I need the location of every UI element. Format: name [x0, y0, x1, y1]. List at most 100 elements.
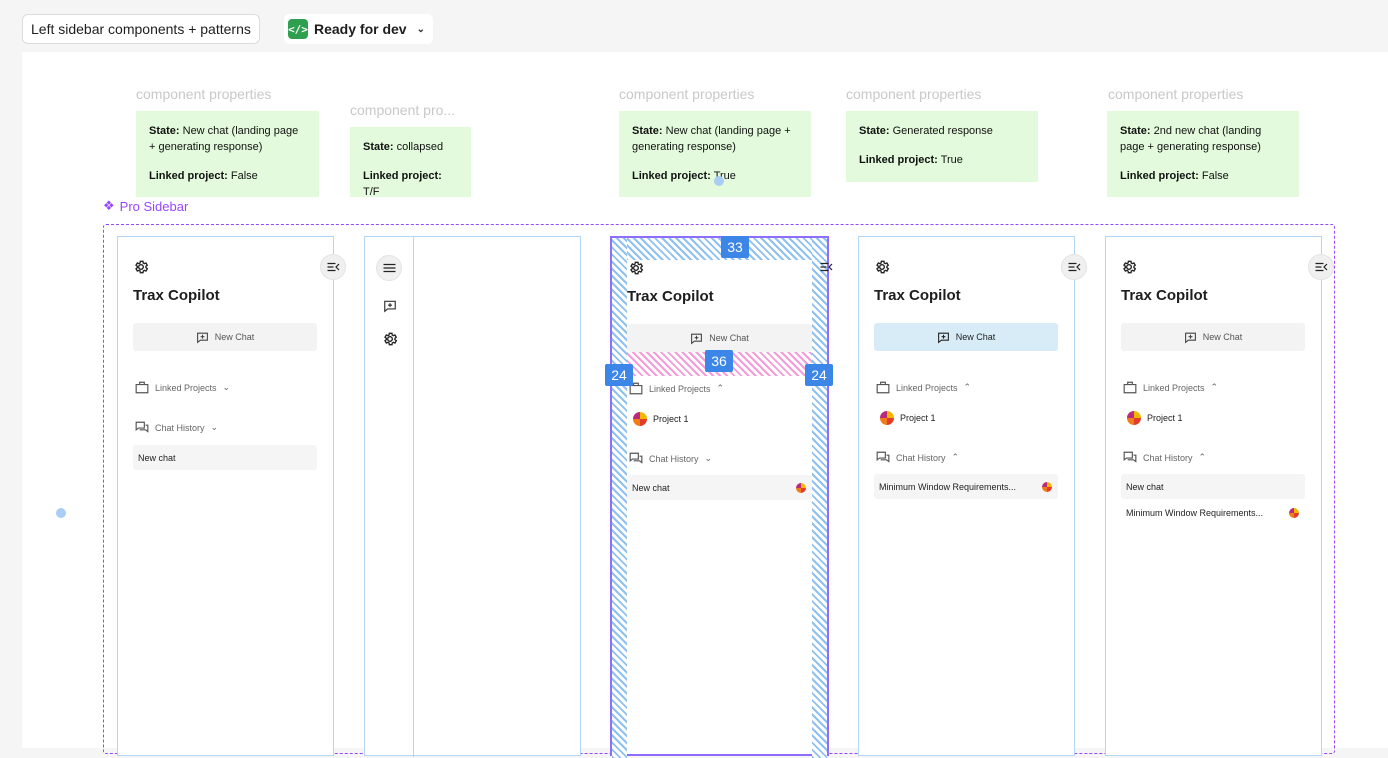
gear-icon[interactable]: [133, 259, 149, 275]
chevron-up-icon: ⌃: [1198, 452, 1207, 462]
chat-history-item[interactable]: New chat: [133, 445, 317, 470]
state-key: State:: [859, 125, 890, 137]
sidebar-variant-generated-response[interactable]: Trax Copilot New Chat Linked Projects ⌃ …: [858, 236, 1075, 756]
project-label: Project 1: [1147, 413, 1183, 423]
linked-projects-header[interactable]: Linked Projects ⌃: [629, 382, 724, 395]
chat-history-header[interactable]: Chat History ⌃: [876, 451, 959, 464]
chat-history-item[interactable]: Minimum Window Requirements...: [1121, 500, 1305, 525]
new-chat-button[interactable]: New Chat: [627, 324, 812, 352]
linked-projects-header[interactable]: Linked Projects ⌃: [1123, 381, 1218, 394]
new-chat-label: New Chat: [1202, 332, 1243, 342]
state-value: collapsed: [396, 141, 444, 153]
sidebar-variant-collapsed[interactable]: [364, 236, 581, 757]
chat-history-label: Chat History: [155, 422, 205, 433]
chat-history-header[interactable]: Chat History ⌃: [1123, 451, 1206, 464]
collapse-sidebar-button[interactable]: [1308, 254, 1334, 280]
sidebar-variant-new-chat-linked[interactable]: Trax Copilot New Chat Linked Projects ⌃ …: [610, 236, 829, 758]
chat-history-icon: [1123, 451, 1137, 463]
component-set-icon: ❖: [103, 198, 115, 213]
status-dropdown[interactable]: </> Ready for dev ⌄: [284, 14, 433, 44]
gear-icon[interactable]: [382, 331, 398, 347]
briefcase-icon: [135, 381, 149, 394]
collapsed-rail-divider: [413, 237, 414, 757]
annotation-card[interactable]: State: collapsed Linked project: T/F: [350, 127, 471, 198]
chevron-up-icon: ⌃: [951, 452, 960, 462]
code-icon: </>: [288, 19, 308, 39]
brand-title: Trax Copilot: [874, 287, 961, 304]
linked-project-value: False: [1201, 170, 1229, 182]
linked-projects-label: Linked Projects: [896, 382, 958, 393]
padding-overlay-top: [612, 238, 827, 260]
component-set-name: Pro Sidebar: [119, 198, 189, 214]
new-chat-button[interactable]: New Chat: [133, 323, 317, 351]
chat-item-label: Minimum Window Requirements...: [1126, 507, 1264, 518]
linked-project-key: Linked project:: [1120, 170, 1199, 182]
chat-item-label: New chat: [1126, 481, 1164, 492]
project-item[interactable]: Project 1: [880, 411, 936, 425]
page-name-button[interactable]: Left sidebar components + patterns: [22, 14, 260, 44]
menu-icon: [383, 263, 395, 273]
project-item[interactable]: Project 1: [1127, 411, 1183, 425]
chat-history-icon: [876, 451, 890, 463]
project-item[interactable]: Project 1: [633, 412, 689, 426]
gear-icon[interactable]: [628, 260, 644, 276]
chat-item-label: New chat: [632, 482, 670, 493]
chevron-up-icon: ⌃: [716, 383, 725, 393]
spacing-badge-gap: 36: [705, 350, 733, 372]
linked-projects-label: Linked Projects: [1143, 382, 1205, 393]
chat-history-icon: [135, 421, 149, 433]
project-avatar-icon: [1289, 507, 1299, 518]
annotation-card[interactable]: State: Generated response Linked project…: [846, 111, 1038, 182]
annotation-label: component properties: [846, 86, 982, 102]
new-chat-label: New Chat: [709, 333, 749, 343]
linked-projects-header[interactable]: Linked Projects ⌄: [135, 381, 230, 394]
linked-projects-header[interactable]: Linked Projects ⌃: [876, 381, 971, 394]
new-chat-label: New Chat: [955, 332, 996, 342]
new-chat-label: New Chat: [214, 332, 255, 342]
chat-history-label: Chat History: [649, 453, 699, 464]
sidebar-variant-new-chat[interactable]: Trax Copilot New Chat Linked Projects ⌄ …: [117, 236, 334, 756]
padding-overlay-left: [612, 238, 627, 758]
linked-project-key: Linked project:: [632, 170, 711, 182]
annotation-card[interactable]: State: New chat (landing page + generati…: [136, 111, 319, 197]
collapse-icon: [1068, 262, 1080, 272]
chat-history-header[interactable]: Chat History ⌄: [629, 452, 712, 465]
brand-title: Trax Copilot: [627, 288, 714, 305]
collapse-sidebar-button[interactable]: [320, 254, 346, 280]
new-chat-icon: [691, 333, 703, 345]
project-avatar-icon: [880, 411, 894, 425]
annotation-label: component pro...: [350, 102, 456, 118]
linked-project-value: True: [940, 154, 963, 166]
chat-history-item[interactable]: New chat: [1121, 474, 1305, 499]
new-chat-icon[interactable]: [383, 299, 397, 313]
component-set-title[interactable]: ❖ Pro Sidebar: [103, 198, 188, 214]
new-chat-button[interactable]: New Chat: [1121, 323, 1305, 351]
chat-history-header[interactable]: Chat History ⌄: [135, 421, 218, 434]
collapse-sidebar-button[interactable]: [1061, 254, 1087, 280]
expand-sidebar-button[interactable]: [376, 255, 402, 281]
gear-icon[interactable]: [874, 259, 890, 275]
new-chat-icon: [937, 332, 949, 344]
annotation-label: component properties: [1108, 86, 1244, 102]
chat-history-item[interactable]: Minimum Window Requirements...: [874, 474, 1058, 499]
spacing-badge-right: 24: [805, 364, 833, 386]
annotation-label: component properties: [136, 86, 272, 102]
annotation-card[interactable]: State: 2nd new chat (landing page + gene…: [1107, 111, 1299, 197]
briefcase-icon: [876, 381, 890, 394]
gear-icon[interactable]: [1121, 259, 1137, 275]
chat-history-item[interactable]: New chat: [627, 475, 812, 500]
project-label: Project 1: [653, 414, 689, 424]
chat-item-label: Minimum Window Requirements...: [879, 481, 1017, 492]
new-chat-button[interactable]: New Chat: [874, 323, 1058, 351]
linked-projects-label: Linked Projects: [155, 382, 217, 393]
sidebar-variant-second-new-chat[interactable]: Trax Copilot New Chat Linked Projects ⌃ …: [1105, 236, 1322, 756]
chevron-up-icon: ⌃: [1210, 382, 1219, 392]
project-avatar-icon: [1127, 411, 1141, 425]
canvas-cursor-dot: [714, 176, 724, 186]
linked-projects-label: Linked Projects: [649, 383, 711, 394]
spacing-badge-top: 33: [721, 236, 749, 258]
state-key: State:: [632, 125, 663, 137]
chat-history-icon: [629, 452, 643, 464]
chevron-down-icon: ⌄: [416, 23, 425, 35]
collapse-icon[interactable]: [820, 262, 833, 272]
